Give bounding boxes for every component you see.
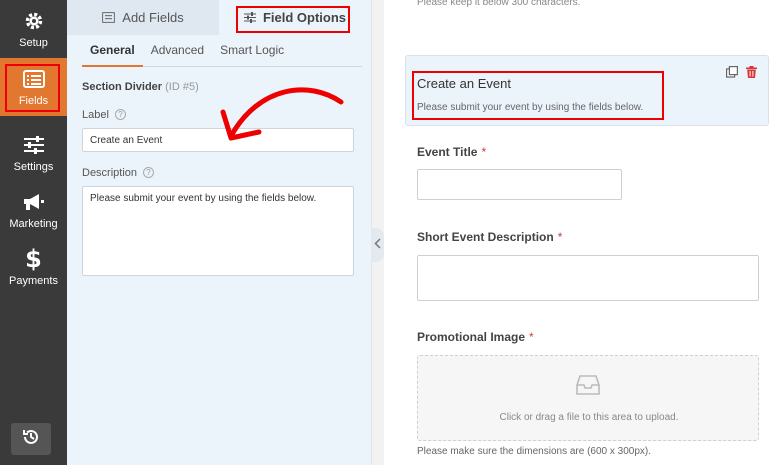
field-label-promotional-image: Promotional Image * [417,330,534,344]
duplicate-icon[interactable] [726,65,739,83]
subtab-general[interactable]: General [82,40,143,67]
divider-description: Please submit your event by using the fi… [417,102,644,113]
help-icon[interactable]: ? [114,109,126,120]
builder-sidebar: Setup Fields Settings Marketing $ Paymen… [0,0,67,465]
sliders-icon [22,133,46,157]
field-note: Please keep it below 300 characters. [417,0,581,8]
label-caption-row: Label? [82,109,126,121]
nav-label: Marketing [9,218,58,230]
list-icon [102,12,116,23]
field-label-text: Event Title [417,145,478,159]
event-title-input[interactable] [417,169,622,200]
field-label-text: Promotional Image [417,330,526,344]
nav-fields[interactable]: Fields [0,58,67,116]
required-asterisk: * [529,330,534,344]
section-id: (ID #5) [165,81,199,93]
highlight-frame [236,6,350,33]
revisions-button[interactable] [11,423,51,455]
dimensions-note: Please make sure the dimensions are (600… [417,446,652,457]
label-caption: Label [82,109,109,121]
nav-setup[interactable]: Setup [0,0,67,58]
divider-title: Create an Event [417,76,511,91]
field-label-short-description: Short Event Description * [417,230,562,244]
nav-label: Setup [19,37,48,49]
option-subtabs: General Advanced Smart Logic [82,40,362,67]
description-textarea[interactable]: Please submit your event by using the fi… [82,186,354,276]
field-actions [726,65,757,83]
annotation-arrow-icon [220,87,344,141]
form-preview: Please keep it below 300 characters. Cre… [384,0,775,465]
required-asterisk: * [481,145,487,159]
section-title-text: Section Divider [82,81,163,93]
chevron-left-icon [374,236,381,254]
subtab-advanced[interactable]: Advanced [143,40,212,67]
tab-add-fields[interactable]: Add Fields [67,0,219,35]
dollar-icon: $ [25,245,42,273]
nav-payments[interactable]: $ Payments [0,238,67,296]
description-caption-row: Description? [82,167,155,179]
nav-settings[interactable]: Settings [0,124,67,182]
help-icon[interactable]: ? [143,167,155,178]
revisions-history-icon [22,428,40,451]
field-label-event-title: Event Title * [417,145,486,159]
tab-label: Add Fields [122,10,184,25]
inbox-upload-icon [576,374,600,401]
nav-marketing[interactable]: Marketing [0,181,67,239]
collapse-panel-button[interactable] [371,228,384,262]
file-upload-dropzone[interactable]: Click or drag a file to this area to upl… [417,355,759,441]
nav-label: Payments [9,275,58,287]
upload-instructions: Click or drag a file to this area to upl… [499,412,679,423]
required-asterisk: * [557,230,563,244]
field-options-panel: Add Fields Field Options General Advance… [67,0,371,465]
nav-label: Settings [13,161,54,173]
subtab-smart-logic[interactable]: Smart Logic [212,40,292,67]
highlight-frame [5,64,60,112]
megaphone-icon [22,190,46,214]
field-label-text: Short Event Description [417,230,554,244]
trash-icon[interactable] [746,65,757,83]
description-caption: Description [82,167,138,179]
short-description-input[interactable] [417,255,759,301]
gear-icon [22,9,46,33]
section-title: Section Divider (ID #5) [82,81,199,93]
